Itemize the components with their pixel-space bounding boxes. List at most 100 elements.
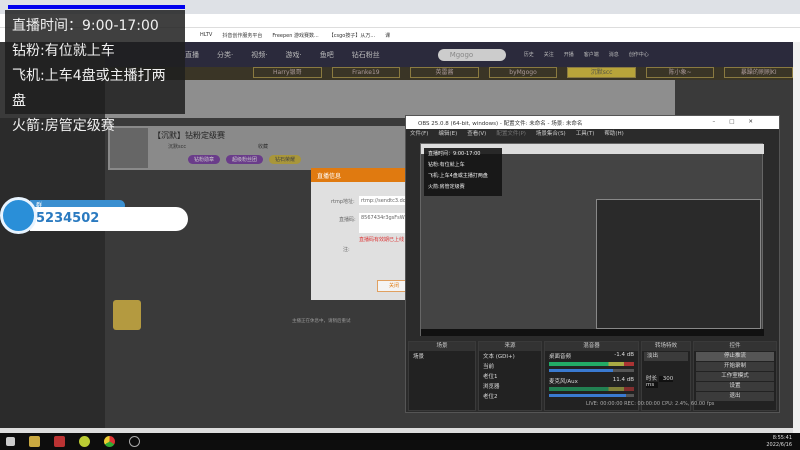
bookmark[interactable]: HLTV — [200, 32, 212, 38]
streamer-tab[interactable]: Franke19 — [331, 67, 401, 78]
dock-title: 转场特效 — [642, 342, 690, 351]
nav-right-item[interactable]: 消息 — [609, 51, 619, 58]
start-recording-button[interactable]: 开始录制 — [696, 362, 774, 371]
stream-offline-message: 主播正在休息中，请稍后重试 — [292, 319, 351, 324]
room-tag[interactable]: 超级粉丝团 — [226, 155, 264, 164]
dock-title: 场景 — [409, 342, 475, 351]
source-item[interactable]: 老位1 — [479, 371, 541, 381]
obs-icon[interactable] — [129, 436, 140, 447]
warning-text: 直播码有效期已上线 — [359, 237, 405, 243]
nav-right-item[interactable]: 创作中心 — [629, 51, 649, 58]
clock-time: 8:55:41 — [772, 435, 792, 441]
exit-button[interactable]: 退出 — [696, 392, 774, 401]
streamer-tab[interactable]: 英雷酱 — [410, 67, 479, 78]
overlay-line: 钻粉:有位就上车 — [12, 43, 115, 59]
nav-item[interactable]: 游戏· — [285, 50, 301, 60]
taskbar — [0, 433, 800, 450]
window-controls[interactable]: –□✕ — [712, 119, 767, 126]
system-clock[interactable]: 8:55:41 2022/6/16 — [766, 433, 792, 449]
nav-right-item[interactable]: 客户端 — [584, 51, 599, 58]
preview-overlay-line: 飞机:上车4盘或主播打两盘 — [428, 173, 488, 179]
nav-item[interactable]: 分类· — [217, 50, 233, 60]
bookmark[interactable]: 课 — [385, 32, 390, 39]
overlay-line: 直播时间：9:00-17:00 — [12, 18, 159, 34]
obs-preview[interactable]: 直播时间：9:00-17:00 钻粉:有位就上车 飞机:上车4盘或主播打两盘 火… — [420, 143, 764, 336]
source-item[interactable]: 老位2 — [479, 391, 541, 401]
rtmp-field[interactable]: rtmp://sendtc3.douyu — [359, 196, 411, 205]
nav-right-item[interactable]: 开播 — [564, 51, 574, 58]
windows-start-icon[interactable] — [6, 437, 15, 446]
nav-right-item[interactable]: 关注 — [544, 51, 554, 58]
menu-item[interactable]: 查看(V) — [467, 129, 486, 139]
streamer-tab[interactable]: 沉默scc — [567, 67, 636, 78]
mixer-db: 11.4 dB — [612, 377, 634, 383]
streamer-tab[interactable]: 陈小象~ — [645, 67, 715, 78]
nav-item[interactable]: 钻石粉丝 — [352, 50, 380, 60]
bookmark[interactable]: 【csgo按子】从万... — [329, 32, 375, 39]
nav-right-item[interactable]: 历史 — [524, 51, 534, 58]
preview-taskbar — [421, 329, 764, 336]
code-field[interactable]: 8567434r3gsFsWKs — [359, 213, 411, 233]
obs-window: OBS 25.0.8 (64-bit, windows) - 配置文件: 未命名… — [405, 115, 780, 413]
streamer-tab[interactable]: 暴躁的刷刷KI — [724, 67, 794, 78]
rtmp-label: rtmp地址: — [331, 199, 355, 205]
menu-item[interactable]: 工具(T) — [576, 129, 595, 139]
stop-streaming-button[interactable]: 停止推流 — [696, 352, 774, 361]
menu-item[interactable]: 配置文件(P) — [496, 129, 526, 139]
preview-overlay-line: 钻粉:有位就上车 — [428, 162, 465, 168]
nav-item[interactable]: 鱼吧 — [320, 50, 334, 60]
menu-item[interactable]: 文件(F) — [410, 129, 428, 139]
stream-rules-overlay: 直播时间：9:00-17:00 钻粉:有位就上车 飞机:上车4盘或主播打两盘 火… — [5, 10, 185, 134]
bookmark[interactable]: 抖音创作服务平台 — [222, 32, 262, 39]
transition-select[interactable]: 淡出 — [644, 352, 688, 361]
preview-overlay-line: 火箭:房管定级赛 — [428, 184, 465, 190]
dock-title: 来源 — [479, 342, 541, 351]
dock-title: 控件 — [694, 342, 776, 351]
settings-button[interactable]: 设置 — [696, 382, 774, 391]
source-item[interactable]: 浏览器 — [479, 381, 541, 391]
obs-title-bar[interactable]: OBS 25.0.8 (64-bit, windows) - 配置文件: 未命名… — [406, 116, 779, 129]
room-tag[interactable]: 钻石荣耀 — [269, 155, 302, 164]
vertical-scrollbar[interactable] — [793, 42, 800, 433]
code-label: 直播码: — [339, 217, 356, 223]
scene-item[interactable]: 场景 — [409, 351, 475, 361]
source-item[interactable]: 当前 — [479, 361, 541, 371]
menu-item[interactable]: 编辑(E) — [438, 129, 457, 139]
audio-meter — [549, 362, 634, 366]
obs-menubar: 文件(F) 编辑(E) 查看(V) 配置文件(P) 场景集合(S) 工具(T) … — [406, 129, 779, 139]
dialog-title: 直播信息 — [311, 168, 411, 182]
streamer-tab[interactable]: byMgogo — [488, 67, 558, 78]
overlay-line: 飞机:上车4盘或主播打两盘 — [12, 68, 166, 109]
studio-mode-button[interactable]: 工作室模式 — [696, 372, 774, 381]
nav-item[interactable]: 直播 — [185, 50, 199, 60]
scenes-dock: 场景 场景 — [408, 341, 476, 411]
mixer-channel-name: 麦克风/Aux — [549, 379, 578, 385]
streamer-tab[interactable]: Harry银哥 — [253, 67, 322, 78]
note-label: 注: — [343, 247, 350, 253]
menu-item[interactable]: 场景集合(S) — [536, 129, 566, 139]
streamer-strip: Harry银哥 Franke19 英雷酱 byMgogo 沉默scc 陈小象~ … — [105, 67, 794, 80]
mixer-db: -1.4 dB — [614, 352, 634, 358]
gift-badge[interactable] — [113, 300, 141, 330]
app-icon[interactable] — [79, 436, 90, 447]
app-icon[interactable] — [29, 436, 40, 447]
bookmark[interactable]: Freepen 游戏赛数... — [272, 32, 318, 39]
nav-item[interactable]: 视频· — [251, 50, 267, 60]
search-input[interactable]: Mgogo — [437, 48, 506, 61]
qq-number: 5234502 — [30, 207, 188, 231]
volume-slider[interactable] — [549, 394, 634, 397]
qq-penguin-icon — [0, 197, 37, 234]
source-item[interactable]: 文本 (GDI+) — [479, 351, 541, 361]
chrome-icon[interactable] — [104, 436, 115, 447]
menu-item[interactable]: 帮助(H) — [604, 129, 623, 139]
streamer-name: 沉默scc — [168, 144, 187, 150]
clock-date: 2022/6/16 — [766, 442, 792, 448]
sources-dock: 来源 文本 (GDI+) 当前 老位1 浏览器 老位2 — [478, 341, 542, 411]
room-tag[interactable]: 钻粉勋章 — [188, 155, 221, 164]
app-icon[interactable] — [54, 436, 65, 447]
follow-button[interactable]: 收藏 — [258, 143, 268, 150]
volume-slider[interactable] — [549, 369, 634, 372]
dock-title: 混音器 — [545, 342, 638, 351]
overlay-line: 火箭:房管定级赛 — [12, 118, 115, 134]
preview-overlay-line: 直播时间：9:00-17:00 — [428, 151, 481, 157]
